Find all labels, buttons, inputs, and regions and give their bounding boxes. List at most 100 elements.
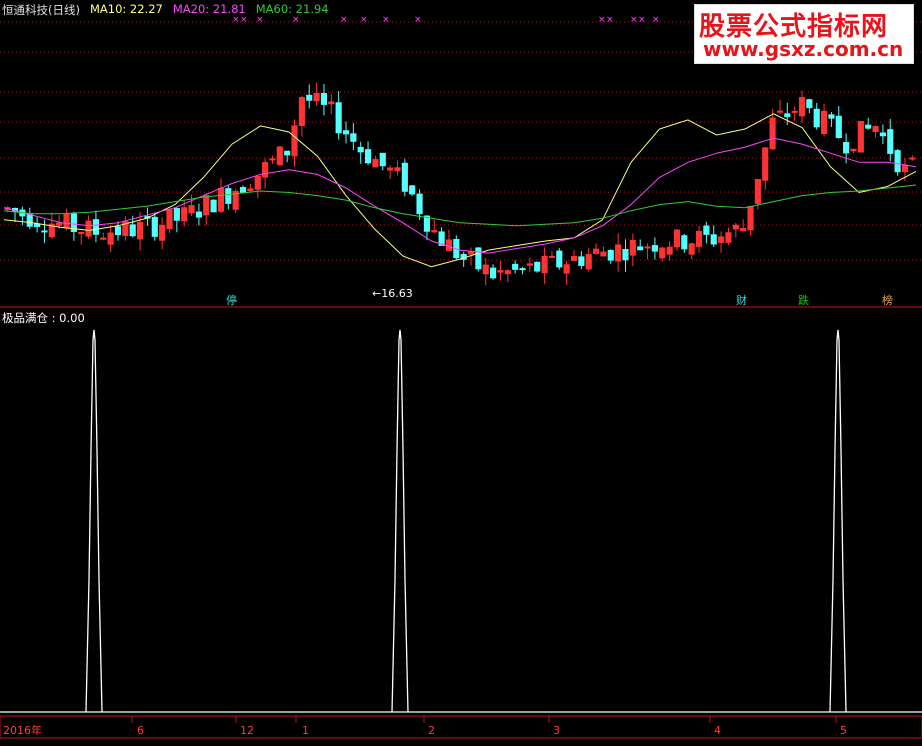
candle-body xyxy=(732,224,739,230)
candle-body xyxy=(718,236,725,243)
low-price-value: 16.63 xyxy=(381,287,413,300)
candle-body xyxy=(769,117,776,150)
candle-body xyxy=(791,110,798,113)
x-tick-label: 12 xyxy=(240,724,254,737)
candle-body xyxy=(188,205,195,214)
candle-body xyxy=(673,229,681,248)
candle-body xyxy=(409,185,416,195)
signal-marker: × xyxy=(606,15,614,25)
candle-body xyxy=(357,146,364,153)
signal-marker: × xyxy=(598,15,606,25)
chart-canvas: ×××××××××××××× xyxy=(0,15,922,739)
candle-body xyxy=(173,208,180,221)
candle-body xyxy=(328,101,335,105)
candle-body xyxy=(269,158,276,161)
candle-body xyxy=(798,97,806,117)
candle-body xyxy=(276,146,283,166)
candle-body xyxy=(820,110,828,135)
x-tick-label: 5 xyxy=(840,724,847,737)
candle-body xyxy=(497,270,504,273)
chart-stage: ×××××××××××××× 恒通科技(日线) MA10: 22.27 MA20… xyxy=(0,0,922,742)
candle-body xyxy=(387,167,394,171)
candle-body xyxy=(725,232,732,243)
candle-body xyxy=(909,157,916,160)
candle-body xyxy=(379,152,386,167)
badge-drop: 跌 xyxy=(798,294,809,307)
candle-body xyxy=(445,239,453,251)
candle-body xyxy=(754,178,761,204)
signal-marker: × xyxy=(360,15,368,25)
candle-body xyxy=(166,209,173,230)
candle-body xyxy=(217,188,225,212)
candle-body xyxy=(710,234,717,245)
candle-body xyxy=(865,124,872,129)
candle-body xyxy=(114,226,122,236)
ma-line-ma10 xyxy=(3,113,917,268)
candle-body xyxy=(320,92,328,105)
candle-body xyxy=(335,102,342,134)
candle-body xyxy=(519,268,526,271)
candle-body xyxy=(26,213,33,227)
candle-body xyxy=(681,235,688,250)
candle-body xyxy=(585,254,592,270)
candle-body xyxy=(843,142,850,154)
candle-body xyxy=(350,133,357,142)
candle-body xyxy=(210,199,217,213)
indicator-title: 极品满仓 : 0.00 xyxy=(2,311,85,325)
badge-rank: 榜 xyxy=(882,294,893,307)
x-tick-label: 6 xyxy=(137,724,144,737)
candle-body xyxy=(63,213,70,229)
candle-body xyxy=(857,120,864,153)
signal-marker: × xyxy=(630,15,638,25)
candle-body xyxy=(482,264,489,275)
candle-body xyxy=(490,267,497,279)
candle-body xyxy=(475,247,482,270)
candle-body xyxy=(644,246,651,249)
x-tick-label: 1 xyxy=(302,724,309,737)
candle-body xyxy=(688,243,695,255)
ma10-readout: MA10: 22.27 xyxy=(89,2,163,16)
candle-body xyxy=(56,222,63,226)
candle-body xyxy=(637,246,644,251)
candle-body xyxy=(181,207,188,222)
candle-body xyxy=(342,130,350,135)
candle-body xyxy=(887,129,894,154)
candle-body xyxy=(78,231,85,234)
candle-body xyxy=(129,224,136,237)
candle-body xyxy=(695,230,703,247)
candle-body xyxy=(195,211,202,218)
candle-body xyxy=(203,195,210,216)
candle-body xyxy=(159,224,166,241)
candle-body xyxy=(364,149,372,164)
candle-body xyxy=(651,245,658,252)
candle-body xyxy=(107,232,114,245)
candle-body xyxy=(666,246,673,255)
candle-body xyxy=(563,264,570,274)
signal-marker: × xyxy=(340,15,348,25)
candle-body xyxy=(262,162,269,178)
ma60-readout: MA60: 21.94 xyxy=(255,2,329,16)
candle-body xyxy=(740,227,747,232)
candle-body xyxy=(901,164,909,173)
low-price-marker: ←16.63 xyxy=(372,287,413,300)
candle-body xyxy=(548,255,556,258)
candle-body xyxy=(239,187,247,193)
signal-spike xyxy=(391,329,409,713)
candle-body xyxy=(784,113,791,118)
candle-body xyxy=(526,263,533,266)
candle-body xyxy=(622,249,629,261)
candle-body xyxy=(298,97,305,127)
x-tick-label: 2 xyxy=(428,724,435,737)
candle-body xyxy=(541,255,548,274)
candle-body xyxy=(225,188,232,204)
candle-body xyxy=(629,239,636,256)
candle-body xyxy=(894,150,901,173)
ma20-readout: MA20: 21.81 xyxy=(172,2,246,16)
candle-body xyxy=(762,147,769,181)
candle-body xyxy=(828,114,835,119)
candle-body xyxy=(100,237,107,240)
x-tick-label: 4 xyxy=(714,724,721,737)
candle-body xyxy=(534,261,541,272)
stock-name: 恒通科技(日线) xyxy=(2,3,80,17)
candle-body xyxy=(806,99,813,109)
